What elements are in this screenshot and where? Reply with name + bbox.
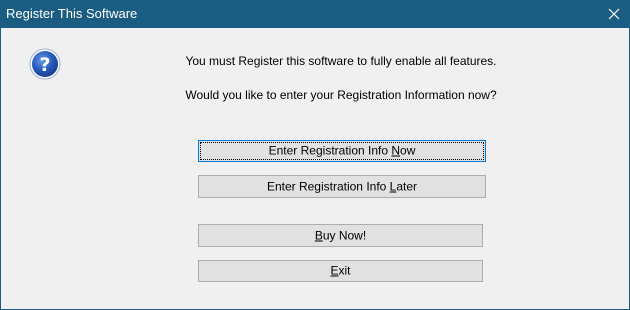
enter-registration-now-button[interactable]: Enter Registration Info Now <box>198 140 486 162</box>
exit-button[interactable]: Exit <box>198 260 483 282</box>
enter-registration-later-button[interactable]: Enter Registration Info Later <box>198 175 486 198</box>
question-glyph: ? <box>39 54 50 76</box>
button-label: Enter Registration Info Later <box>266 179 418 193</box>
window-title: Register This Software <box>6 6 138 21</box>
title-bar[interactable]: Register This Software <box>1 1 629 28</box>
button-label: Enter Registration Info Now <box>268 143 416 158</box>
message-line-2: Would you like to enter your Registratio… <box>185 88 497 102</box>
question-icon: ? <box>29 48 61 80</box>
buy-now-button[interactable]: Buy Now! <box>198 224 483 247</box>
button-label: Buy Now! <box>314 228 367 242</box>
close-icon <box>608 8 620 20</box>
register-dialog: Register This Software ? You must Regist… <box>0 0 630 310</box>
close-button[interactable] <box>599 1 629 28</box>
message-line-1: You must Register this software to fully… <box>185 54 497 68</box>
button-label: Exit <box>330 263 351 278</box>
